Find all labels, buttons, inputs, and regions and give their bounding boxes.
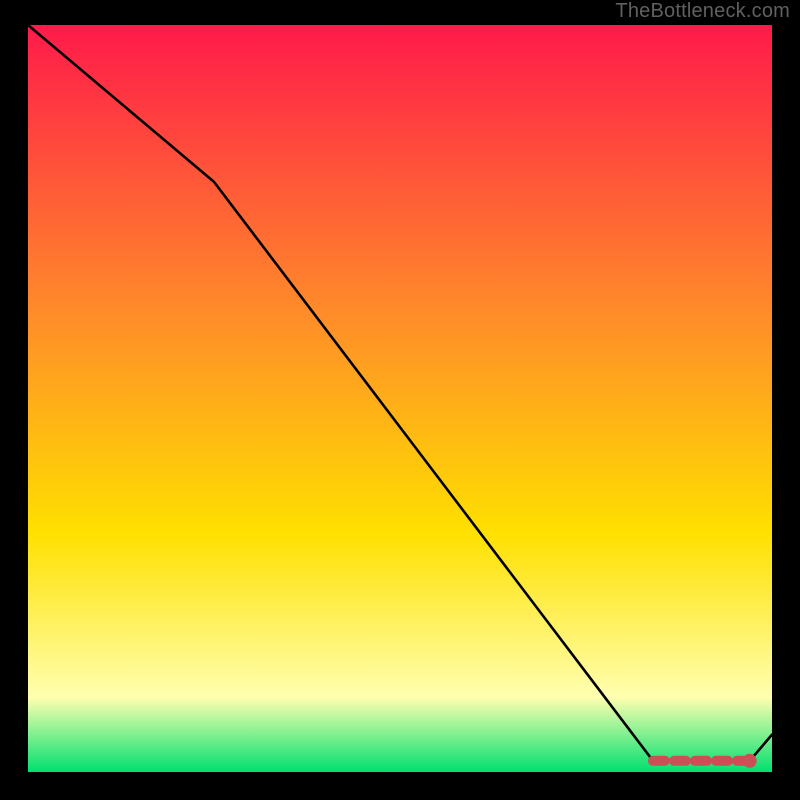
chart-stage: TheBottleneck.com bbox=[0, 0, 800, 800]
plot-area bbox=[28, 25, 772, 772]
watermark-label: TheBottleneck.com bbox=[615, 0, 790, 23]
plot-svg bbox=[28, 25, 772, 772]
marker-end-dot bbox=[743, 754, 757, 768]
gradient-background bbox=[28, 25, 772, 772]
